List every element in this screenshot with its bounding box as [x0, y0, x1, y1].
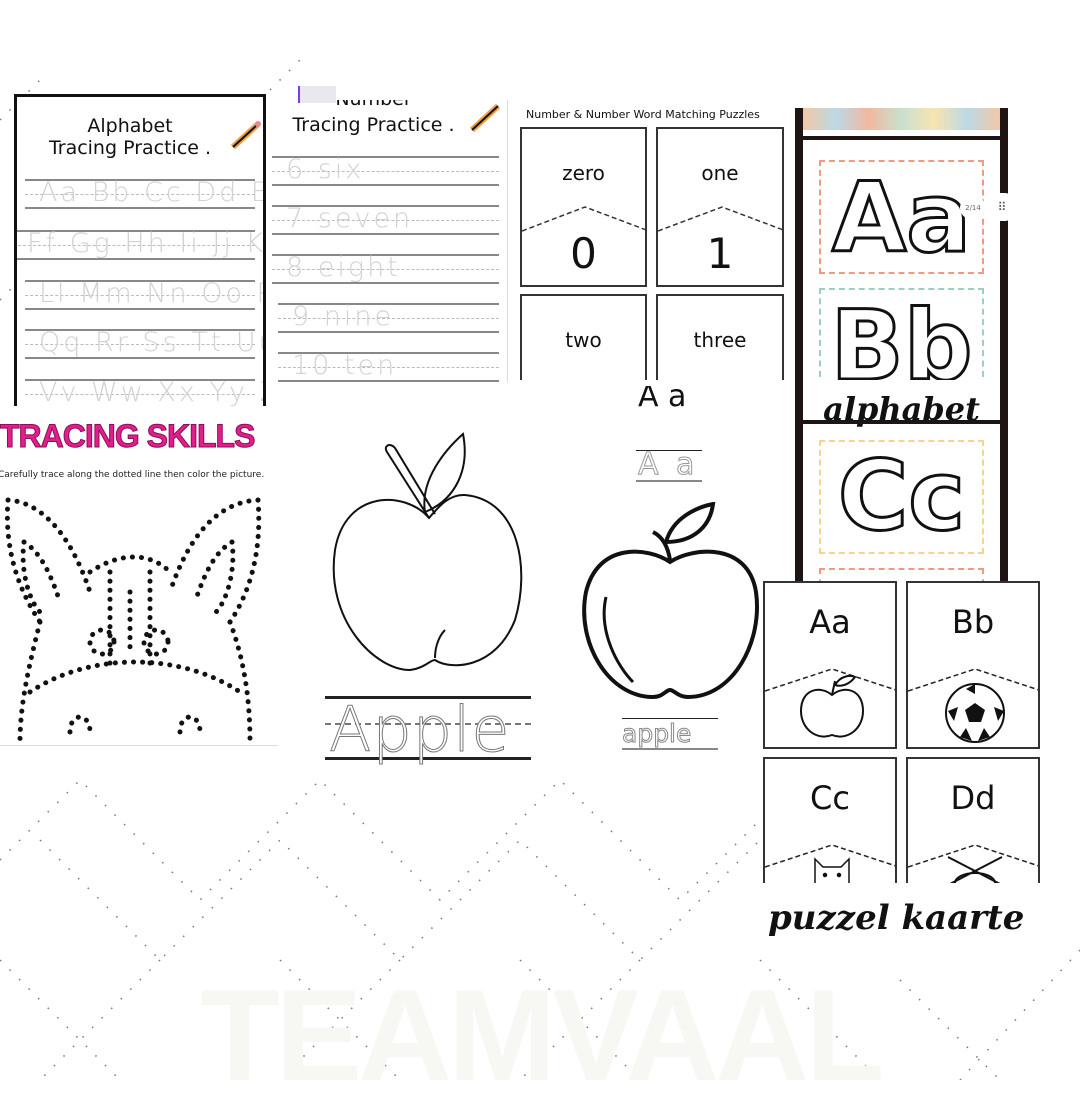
- traced-word: Apple: [329, 693, 511, 767]
- puzzle-card: one 1: [656, 127, 784, 287]
- number-tracing-sheet: Number Tracing Practice . 6 six 7 seven …: [268, 100, 508, 382]
- sheet-instructions: Carefully trace along the dotted line th…: [0, 470, 265, 480]
- puzzle-cards-label: puzzel kaarte: [768, 898, 1025, 938]
- letter-card: Aa: [819, 160, 984, 274]
- soccer-ball-icon: [945, 683, 1005, 743]
- tracing-row: Ll Mm Nn Oo Pp: [25, 278, 263, 310]
- decorative-banner: [803, 108, 1000, 130]
- sheet-title: Number & Number Word Matching Puzzles: [526, 108, 760, 121]
- apple-drawing: [582, 502, 759, 700]
- puzzle-card: Cc: [763, 757, 897, 883]
- traced-letters: A a: [636, 447, 702, 483]
- puzzle-card: three: [656, 294, 784, 380]
- tracing-row: Vv Ww Xx Yy Zz: [25, 377, 263, 406]
- tracing-row: Ff Gg Hh Ii Jj Kk: [17, 228, 263, 260]
- number-matching-puzzles: Number & Number Word Matching Puzzles ze…: [510, 102, 790, 380]
- tracing-skills-sheet: TRACING SKILLS Carefully trace along the…: [0, 412, 278, 746]
- letters-top: A a: [638, 386, 687, 414]
- drag-handle[interactable]: ⠿: [991, 193, 1013, 221]
- apple-icon: [799, 675, 865, 738]
- sheet-title: Alphabet: [87, 115, 173, 137]
- puzzle-card: zero 0: [520, 127, 647, 287]
- page-badge: 2/14: [960, 197, 986, 219]
- tracing-row: 8 eight: [272, 252, 499, 284]
- alphabet-letter-cards: Aa Bb alphabet Cc: [795, 108, 1008, 583]
- apple-drawing: [332, 432, 523, 672]
- sheet-title: Tracing Practice .: [48, 137, 212, 159]
- traced-word: apple: [621, 719, 692, 749]
- sheet-title: TRACING SKILLS: [0, 418, 256, 455]
- sheet-title: Tracing Practice .: [292, 114, 455, 136]
- apple-word-lines: Apple: [325, 693, 531, 767]
- dotted-zebra-drawing: [4, 497, 262, 745]
- puzzle-card: Dd: [906, 757, 1040, 883]
- tracing-row: 6 six: [272, 154, 499, 186]
- cat-icon: [814, 857, 850, 883]
- tracing-row: 7 seven: [272, 203, 499, 235]
- letter-puzzle-cards: Aa Bb Cc Dd: [763, 581, 1041, 883]
- puzzle-card: two: [520, 294, 647, 380]
- tab-marker: [298, 86, 336, 103]
- pencil-icon: [230, 121, 261, 149]
- tracing-row: 10 ten: [278, 350, 499, 382]
- alphabet-tracing-sheet: Alphabet Tracing Practice . Aa Bb Cc Dd …: [14, 94, 266, 406]
- bug-icon: [947, 856, 1003, 883]
- watermark: TEAMVAAL: [200, 962, 885, 1108]
- tracing-row: Aa Bb Cc Dd Ee: [25, 177, 263, 209]
- apple-word-lines: apple: [621, 718, 718, 750]
- tracing-row: 9 nine: [278, 301, 499, 333]
- puzzle-card: Bb: [906, 581, 1040, 749]
- pencil-icon: [469, 103, 501, 132]
- puzzle-card: Aa: [763, 581, 897, 749]
- letter-card: Cc: [819, 440, 984, 554]
- tracing-row: Qq Rr Ss Tt Uu: [25, 327, 263, 359]
